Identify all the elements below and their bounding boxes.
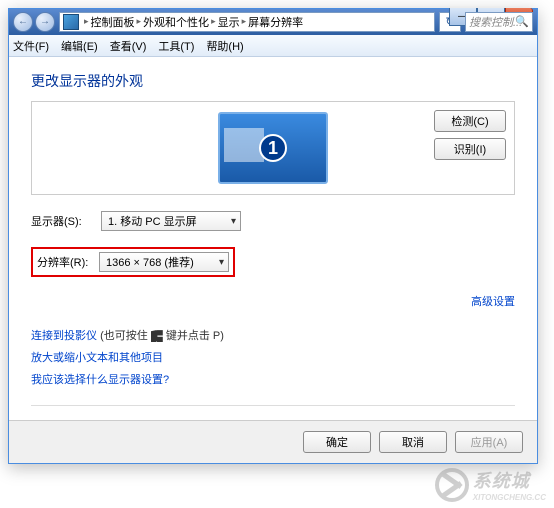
windows-key-icon [151, 330, 163, 342]
ok-button[interactable]: 确定 [303, 431, 371, 453]
watermark-subtext: XITONGCHENG.CC [473, 493, 546, 502]
cancel-button[interactable]: 取消 [379, 431, 447, 453]
search-input[interactable]: 搜索控制... 🔍 [465, 12, 533, 32]
display-label: 显示器(S): [31, 213, 101, 229]
search-icon: 🔍 [515, 15, 529, 28]
watermark-logo-icon [435, 468, 469, 502]
display-dropdown[interactable]: 1. 移动 PC 显示屏 [101, 211, 241, 231]
advanced-settings-row: 高级设置 [31, 293, 515, 309]
apply-button[interactable]: 应用(A) [455, 431, 523, 453]
advanced-settings-link[interactable]: 高级设置 [471, 296, 515, 308]
crumb-control-panel[interactable]: 控制面板 [91, 14, 135, 30]
chevron-right-icon: ▸ [242, 16, 247, 27]
menubar: 文件(F) 编辑(E) 查看(V) 工具(T) 帮助(H) [9, 35, 537, 57]
forward-button[interactable]: → [35, 12, 55, 32]
breadcrumb[interactable]: ▸ 控制面板 ▸ 外观和个性化 ▸ 显示 ▸ 屏幕分辨率 [59, 12, 435, 32]
window-frame: — ▢ ✕ ← → ▸ 控制面板 ▸ 外观和个性化 ▸ 显示 ▸ 屏幕分辨率 ↻… [8, 8, 538, 464]
chevron-right-icon: ▸ [84, 16, 89, 27]
menu-edit[interactable]: 编辑(E) [61, 38, 98, 54]
monitor-number-badge: 1 [259, 134, 287, 162]
resolution-label: 分辨率(R): [37, 254, 99, 270]
resolution-highlight: 分辨率(R): 1366 × 768 (推荐) [31, 247, 235, 277]
menu-file[interactable]: 文件(F) [13, 38, 49, 54]
display-value: 1. 移动 PC 显示屏 [108, 213, 197, 229]
identify-button[interactable]: 识别(I) [434, 138, 506, 160]
resolution-dropdown[interactable]: 1366 × 768 (推荐) [99, 252, 229, 272]
display-row: 显示器(S): 1. 移动 PC 显示屏 [31, 211, 515, 231]
projector-hint-1: (也可按住 [100, 330, 151, 342]
detect-button[interactable]: 检测(C) [434, 110, 506, 132]
projector-link[interactable]: 连接到投影仪 [31, 330, 97, 342]
desktop-preview-icon [224, 128, 264, 162]
which-display-link[interactable]: 我应该选择什么显示器设置? [31, 374, 169, 386]
crumb-resolution[interactable]: 屏幕分辨率 [248, 14, 303, 30]
menu-view[interactable]: 查看(V) [110, 38, 147, 54]
crumb-display[interactable]: 显示 [218, 14, 240, 30]
dialog-footer: 确定 取消 应用(A) [9, 420, 537, 463]
watermark-text: 系统城 [473, 471, 530, 491]
menu-tools[interactable]: 工具(T) [158, 38, 194, 54]
page-title: 更改显示器的外观 [31, 71, 515, 91]
chevron-right-icon: ▸ [137, 16, 142, 27]
control-panel-icon [63, 14, 79, 30]
chevron-right-icon: ▸ [211, 16, 216, 27]
nav-buttons: ← → [13, 12, 55, 32]
resolution-row: 分辨率(R): 1366 × 768 (推荐) [31, 247, 515, 277]
resolution-value: 1366 × 768 (推荐) [106, 254, 194, 270]
monitor-thumbnail[interactable]: 1 [218, 112, 328, 184]
display-preview-panel: 检测(C) 识别(I) 1 [31, 101, 515, 195]
watermark: 系统城 XITONGCHENG.CC [435, 467, 546, 502]
menu-help[interactable]: 帮助(H) [206, 38, 243, 54]
projector-hint-2: 键并点击 P) [166, 330, 224, 342]
search-placeholder: 搜索控制... [469, 14, 522, 30]
text-size-link[interactable]: 放大或缩小文本和其他项目 [31, 352, 163, 364]
content-area: 更改显示器的外观 检测(C) 识别(I) 1 显示器(S): 1. 移动 PC … [9, 57, 537, 420]
crumb-appearance[interactable]: 外观和个性化 [143, 14, 209, 30]
links-block: 连接到投影仪 (也可按住 键并点击 P) 放大或缩小文本和其他项目 我应该选择什… [31, 325, 515, 391]
divider [31, 405, 515, 406]
back-button[interactable]: ← [13, 12, 33, 32]
